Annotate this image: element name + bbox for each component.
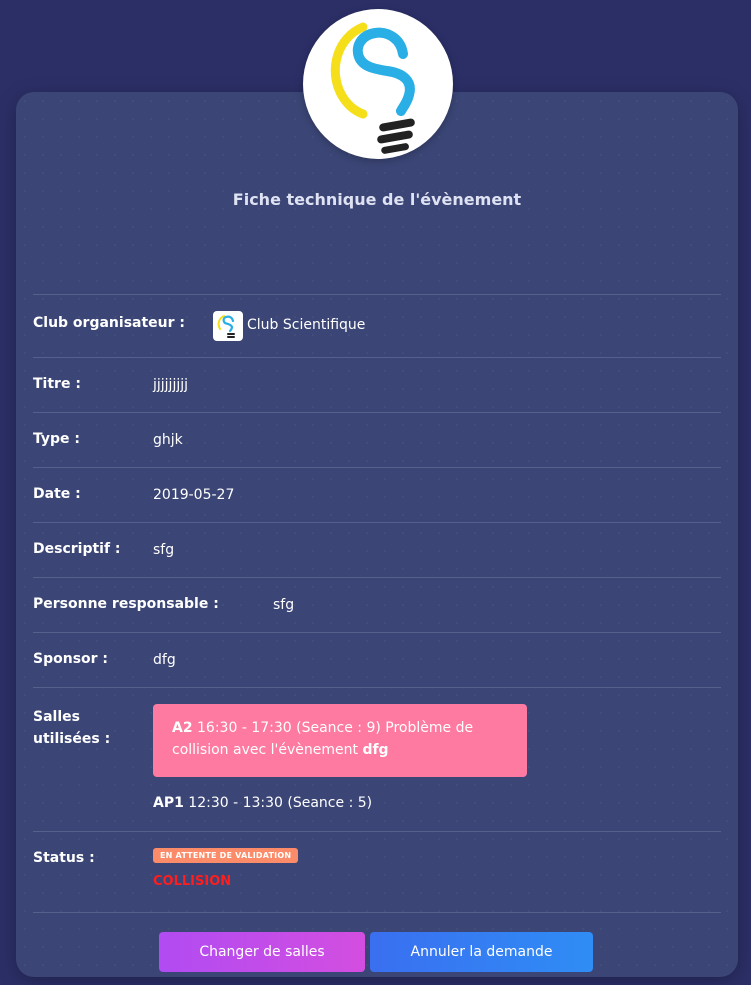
club-row: Club organisateur : Club Scientifique	[33, 294, 721, 358]
type-value: ghjk	[153, 432, 183, 448]
club-name: Club Scientifique	[247, 317, 366, 333]
other-room-text: 12:30 - 13:30 (Seance : 5)	[183, 795, 373, 811]
cancel-request-button[interactable]: Annuler la demande	[370, 932, 593, 972]
salles-label: Salles utilisées :	[33, 706, 110, 750]
responsable-row: Personne responsable : sfg	[33, 577, 721, 633]
salles-label-line2: utilisées :	[33, 731, 111, 747]
club-label: Club organisateur :	[33, 315, 186, 331]
club-logo	[303, 9, 453, 159]
conflict-event: dfg	[362, 742, 389, 758]
conflict-room: A2	[172, 720, 193, 736]
conflict-text: 16:30 - 17:30 (Seance : 9) Problème de c…	[172, 720, 474, 758]
titre-label: Titre :	[33, 376, 81, 392]
status-label: Status :	[33, 850, 95, 866]
type-label: Type :	[33, 431, 81, 447]
room-item: AP1 12:30 - 13:30 (Seance : 5)	[153, 795, 372, 811]
sponsor-row: Sponsor : dfg	[33, 632, 721, 688]
sponsor-value: dfg	[153, 652, 176, 668]
date-row: Date : 2019-05-27	[33, 467, 721, 523]
descriptif-value: sfg	[153, 542, 175, 558]
status-row: Status : EN ATTENTE DE VALIDATION COLLIS…	[33, 831, 721, 913]
sponsor-label: Sponsor :	[33, 651, 109, 667]
responsable-label: Personne responsable :	[33, 596, 219, 612]
collision-status: COLLISION	[153, 874, 232, 889]
other-room: AP1	[153, 795, 184, 811]
date-label: Date :	[33, 486, 81, 502]
club-avatar-icon	[213, 311, 243, 341]
titre-row: Titre : jjjjjjjjj	[33, 357, 721, 413]
lightbulb-logo-icon	[330, 22, 415, 154]
titre-value: jjjjjjjjj	[153, 377, 189, 393]
descriptif-label: Descriptif :	[33, 541, 121, 557]
descriptif-row: Descriptif : sfg	[33, 522, 721, 578]
change-rooms-button[interactable]: Changer de salles	[159, 932, 365, 972]
type-row: Type : ghjk	[33, 412, 721, 468]
responsable-value: sfg	[273, 597, 295, 613]
date-value: 2019-05-27	[153, 487, 235, 503]
page-title: Fiche technique de l'évènement	[232, 190, 522, 209]
salles-label-line1: Salles	[33, 709, 80, 725]
salles-row: Salles utilisées : A2 16:30 - 17:30 (Sea…	[33, 687, 721, 832]
collision-alert: A2 16:30 - 17:30 (Seance : 9) Problème d…	[153, 704, 527, 777]
status-badge: EN ATTENTE DE VALIDATION	[153, 848, 299, 863]
